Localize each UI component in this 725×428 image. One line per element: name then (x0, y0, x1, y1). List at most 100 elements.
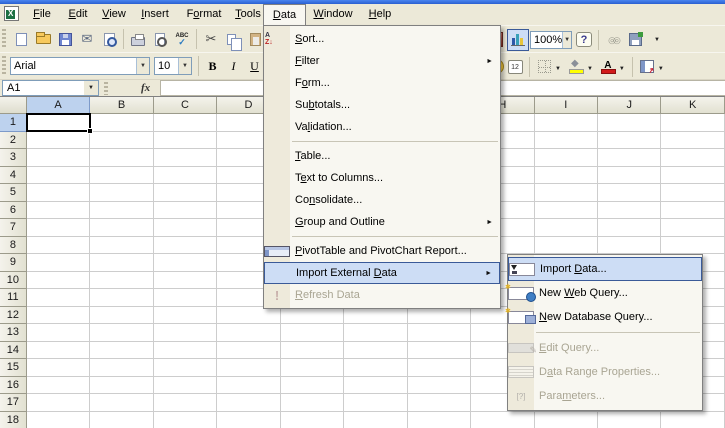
italic-button[interactable]: I (223, 56, 244, 77)
cell-D18[interactable] (217, 411, 281, 428)
data-menu-item-validation[interactable]: Validation... (264, 116, 500, 138)
chart-wizard-button[interactable] (507, 28, 529, 51)
cell-J18[interactable] (598, 411, 662, 428)
font-color-button[interactable]: A (597, 56, 619, 78)
borders-dropdown-arrow[interactable] (555, 61, 561, 73)
name-box[interactable]: A1 (2, 80, 99, 96)
cell-C18[interactable] (154, 411, 218, 428)
cell-J1[interactable] (598, 114, 662, 132)
chevron-down-icon[interactable] (178, 58, 191, 74)
import-submenu-item-import-data[interactable]: Import Data... (508, 257, 702, 281)
row-header-15[interactable]: 15 (0, 359, 27, 377)
cell-E12[interactable] (280, 306, 345, 324)
cell-B10[interactable] (90, 271, 154, 289)
fill-color-button[interactable] (565, 56, 587, 78)
cell-K3[interactable] (661, 149, 725, 167)
row-header-5[interactable]: 5 (0, 184, 27, 202)
cell-B2[interactable] (90, 131, 154, 149)
cell-F14[interactable] (344, 341, 408, 359)
cell-B14[interactable] (90, 341, 154, 359)
name-box-dropdown-arrow[interactable] (84, 81, 98, 95)
data-menu-item-text-to-columns[interactable]: Text to Columns... (264, 167, 500, 189)
cell-I6[interactable] (534, 201, 598, 219)
new-workbook-button[interactable] (10, 28, 32, 50)
row-header-18[interactable]: 18 (0, 411, 27, 428)
menubar-item-view[interactable]: View (94, 4, 134, 25)
cell-J5[interactable] (598, 184, 662, 202)
menubar-item-help[interactable]: Help (360, 4, 400, 25)
row-header-1[interactable]: 1 (0, 114, 27, 132)
cell-G14[interactable] (407, 341, 472, 359)
cell-A10[interactable] (26, 271, 91, 289)
cell-E13[interactable] (280, 324, 345, 342)
cell-J7[interactable] (598, 219, 662, 237)
cell-A7[interactable] (26, 219, 91, 237)
font-name-select[interactable]: Arial (10, 57, 150, 75)
cell-J2[interactable] (598, 131, 662, 149)
cell-A12[interactable] (26, 306, 91, 324)
chevron-down-icon[interactable] (136, 58, 149, 74)
row-header-17[interactable]: 17 (0, 394, 27, 412)
cell-B5[interactable] (90, 184, 154, 202)
cell-I4[interactable] (534, 166, 598, 184)
cell-C6[interactable] (153, 201, 218, 219)
cell-I5[interactable] (534, 184, 598, 202)
cell-D17[interactable] (217, 394, 281, 412)
row-header-16[interactable]: 16 (0, 376, 27, 394)
cell-C3[interactable] (153, 149, 218, 167)
cell-C15[interactable] (153, 359, 218, 377)
cell-C9[interactable] (153, 254, 218, 272)
cell-A15[interactable] (26, 359, 91, 377)
cell-E16[interactable] (280, 376, 345, 394)
data-menu-item-consolidate[interactable]: Consolidate... (264, 189, 500, 211)
chevron-down-icon[interactable] (562, 31, 571, 48)
column-header-B[interactable]: B (90, 97, 154, 114)
cell-C10[interactable] (153, 271, 218, 289)
cell-I7[interactable] (534, 219, 598, 237)
fill-color-dropdown-arrow[interactable] (587, 61, 593, 73)
cell-B13[interactable] (90, 324, 154, 342)
data-menu-item-table[interactable]: Table... (264, 145, 500, 167)
row-header-2[interactable]: 2 (0, 131, 27, 149)
cell-A14[interactable] (26, 341, 91, 359)
search-button[interactable] (98, 28, 120, 50)
cell-B6[interactable] (90, 201, 154, 219)
data-menu-item-pivottable-report[interactable]: PivotTable and PivotChart Report... (264, 240, 500, 262)
cell-A3[interactable] (26, 149, 91, 167)
print-button[interactable] (127, 28, 149, 50)
cell-D12[interactable] (217, 306, 281, 324)
grid-report-button[interactable] (636, 56, 658, 78)
cell-B18[interactable] (90, 411, 154, 428)
cell-K7[interactable] (661, 219, 725, 237)
row-header-13[interactable]: 13 (0, 324, 27, 342)
cell-K2[interactable] (661, 131, 725, 149)
cell-C8[interactable] (153, 236, 218, 254)
cell-D16[interactable] (217, 376, 281, 394)
bold-button[interactable]: B (202, 56, 223, 77)
column-header-C[interactable]: C (153, 97, 218, 114)
import-submenu-item-new-database-query[interactable]: New Database Query... (505, 305, 702, 329)
cell-I18[interactable] (535, 411, 598, 428)
data-menu-item-filter[interactable]: Filter ► (264, 50, 500, 72)
column-header-J[interactable]: J (598, 97, 662, 114)
cell-G18[interactable] (408, 411, 472, 428)
cell-G12[interactable] (407, 306, 472, 324)
cell-J3[interactable] (598, 149, 662, 167)
copy-button[interactable] (222, 28, 244, 51)
cell-B11[interactable] (90, 289, 154, 307)
cell-F15[interactable] (344, 359, 408, 377)
cell-C16[interactable] (153, 376, 218, 394)
cell-C5[interactable] (153, 184, 218, 202)
cell-A9[interactable] (26, 254, 91, 272)
toolbar-drag-handle[interactable] (2, 56, 6, 76)
data-menu-item-group-and-outline[interactable]: Group and Outline ► (264, 211, 500, 233)
cell-K6[interactable] (661, 201, 725, 219)
row-header-9[interactable]: 9 (0, 254, 27, 272)
cell-C11[interactable] (153, 289, 218, 307)
cell-B16[interactable] (90, 376, 154, 394)
row-header-11[interactable]: 11 (0, 289, 27, 307)
cell-D14[interactable] (217, 341, 281, 359)
cell-A16[interactable] (26, 376, 91, 394)
cell-J8[interactable] (598, 236, 662, 254)
cell-K4[interactable] (661, 166, 725, 184)
